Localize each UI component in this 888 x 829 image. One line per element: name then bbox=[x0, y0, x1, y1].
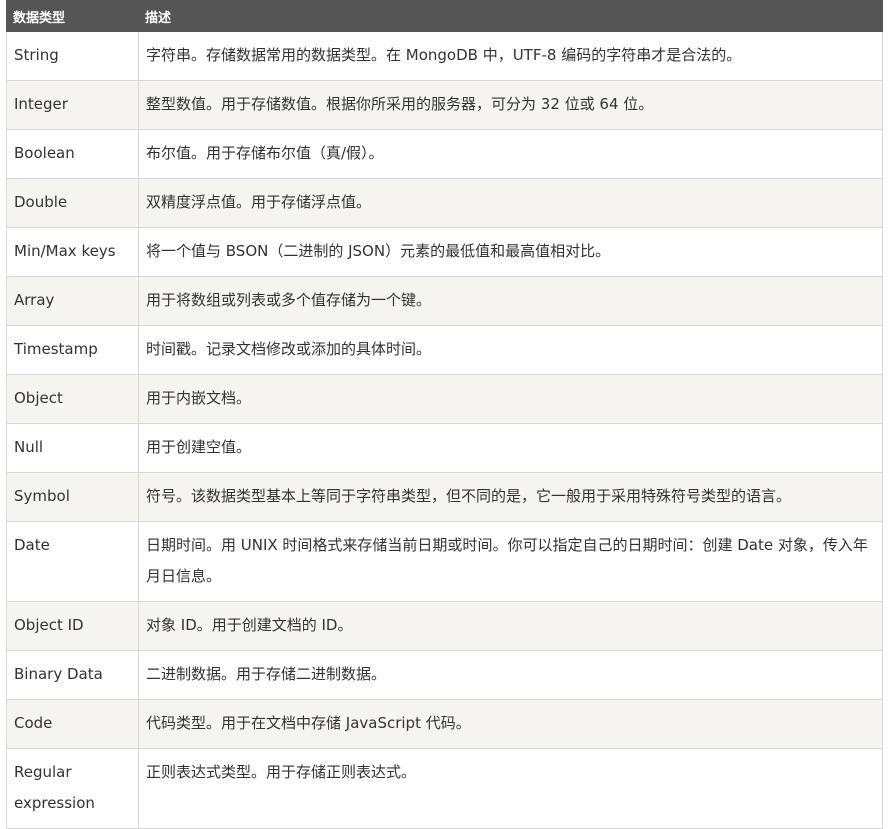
type-cell: String bbox=[6, 31, 139, 81]
description-cell: 将一个值与 BSON（二进制的 JSON）元素的最低值和最高值相对比。 bbox=[138, 227, 883, 277]
type-cell: Regular expression bbox=[6, 748, 139, 829]
type-cell: Object ID bbox=[6, 601, 139, 651]
table-row: Timestamp 时间戳。记录文档修改或添加的具体时间。 bbox=[6, 325, 883, 375]
description-cell: 用于内嵌文档。 bbox=[138, 374, 883, 424]
type-cell: Array bbox=[6, 276, 139, 326]
table-row: Double 双精度浮点值。用于存储浮点值。 bbox=[6, 178, 883, 228]
table-row: Object ID 对象 ID。用于创建文档的 ID。 bbox=[6, 601, 883, 651]
table-row: Symbol 符号。该数据类型基本上等同于字符串类型，但不同的是，它一般用于采用… bbox=[6, 472, 883, 522]
type-cell: Integer bbox=[6, 80, 139, 130]
table-row: Integer 整型数值。用于存储数值。根据你所采用的服务器，可分为 32 位或… bbox=[6, 80, 883, 130]
table-row: Object 用于内嵌文档。 bbox=[6, 374, 883, 424]
type-cell: Object bbox=[6, 374, 139, 424]
description-cell: 用于将数组或列表或多个值存储为一个键。 bbox=[138, 276, 883, 326]
table-row: Min/Max keys 将一个值与 BSON（二进制的 JSON）元素的最低值… bbox=[6, 227, 883, 277]
table-row: Boolean 布尔值。用于存储布尔值（真/假）。 bbox=[6, 129, 883, 179]
table-header-row: 数据类型 描述 bbox=[6, 0, 883, 32]
description-cell: 时间戳。记录文档修改或添加的具体时间。 bbox=[138, 325, 883, 375]
description-cell: 双精度浮点值。用于存储浮点值。 bbox=[138, 178, 883, 228]
description-cell: 字符串。存储数据常用的数据类型。在 MongoDB 中，UTF-8 编码的字符串… bbox=[138, 31, 883, 81]
type-cell: Double bbox=[6, 178, 139, 228]
table-row: Code 代码类型。用于在文档中存储 JavaScript 代码。 bbox=[6, 699, 883, 749]
table-row: Null 用于创建空值。 bbox=[6, 423, 883, 473]
type-cell: Min/Max keys bbox=[6, 227, 139, 277]
table-row: Date 日期时间。用 UNIX 时间格式来存储当前日期或时间。你可以指定自己的… bbox=[6, 521, 883, 602]
table-row: String 字符串。存储数据常用的数据类型。在 MongoDB 中，UTF-8… bbox=[6, 31, 883, 81]
description-cell: 代码类型。用于在文档中存储 JavaScript 代码。 bbox=[138, 699, 883, 749]
table-row: Regular expression 正则表达式类型。用于存储正则表达式。 bbox=[6, 748, 883, 829]
description-cell: 用于创建空值。 bbox=[138, 423, 883, 473]
type-cell: Binary Data bbox=[6, 650, 139, 700]
header-data-type: 数据类型 bbox=[6, 0, 139, 32]
data-types-table: 数据类型 描述 String 字符串。存储数据常用的数据类型。在 MongoDB… bbox=[6, 0, 883, 829]
type-cell: Date bbox=[6, 521, 139, 602]
header-description: 描述 bbox=[138, 0, 883, 32]
type-cell: Boolean bbox=[6, 129, 139, 179]
type-cell: Code bbox=[6, 699, 139, 749]
description-cell: 对象 ID。用于创建文档的 ID。 bbox=[138, 601, 883, 651]
table-row: Array 用于将数组或列表或多个值存储为一个键。 bbox=[6, 276, 883, 326]
type-cell: Null bbox=[6, 423, 139, 473]
table-row: Binary Data 二进制数据。用于存储二进制数据。 bbox=[6, 650, 883, 700]
description-cell: 符号。该数据类型基本上等同于字符串类型，但不同的是，它一般用于采用特殊符号类型的… bbox=[138, 472, 883, 522]
type-cell: Symbol bbox=[6, 472, 139, 522]
description-cell: 二进制数据。用于存储二进制数据。 bbox=[138, 650, 883, 700]
description-cell: 日期时间。用 UNIX 时间格式来存储当前日期或时间。你可以指定自己的日期时间：… bbox=[138, 521, 883, 602]
description-cell: 正则表达式类型。用于存储正则表达式。 bbox=[138, 748, 883, 829]
description-cell: 布尔值。用于存储布尔值（真/假）。 bbox=[138, 129, 883, 179]
type-cell: Timestamp bbox=[6, 325, 139, 375]
description-cell: 整型数值。用于存储数值。根据你所采用的服务器，可分为 32 位或 64 位。 bbox=[138, 80, 883, 130]
